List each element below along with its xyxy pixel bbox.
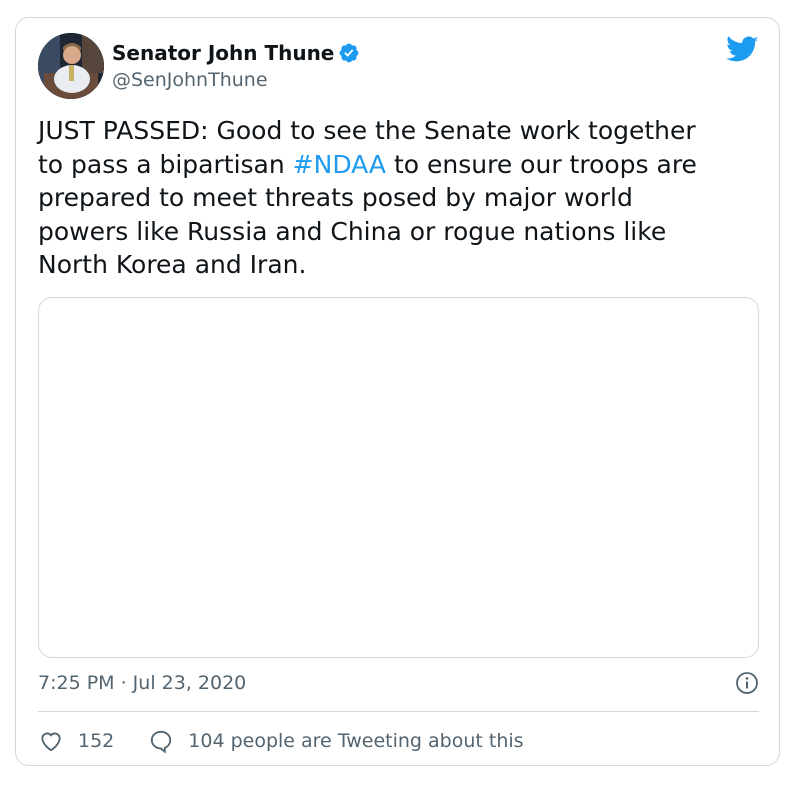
author-avatar[interactable] [38,33,104,99]
author-display-name[interactable]: Senator John Thune [112,41,334,65]
action-bar: 152 104 people are Tweeting about this [38,728,524,754]
info-icon[interactable] [735,671,759,695]
like-count: 152 [78,730,115,752]
discussion-link[interactable]: 104 people are Tweeting about this [148,728,524,754]
like-button[interactable]: 152 [38,728,114,754]
media-container[interactable] [38,297,759,658]
author-handle[interactable]: @SenJohnThune [112,68,268,92]
tweet-text: JUST PASSED: Good to see the Senate work… [38,114,763,282]
verified-badge-icon [338,42,360,64]
twitter-bird-icon[interactable] [726,36,759,64]
tweet-timestamp[interactable]: 7:25 PM · Jul 23, 2020 [38,671,246,695]
divider [38,711,759,712]
author-name-row[interactable]: Senator John Thune [112,41,360,65]
tweet-card[interactable]: Senator John Thune @SenJohnThune JUST PA… [15,17,780,766]
profile-photo-icon [38,33,104,99]
heart-icon [41,732,61,752]
hashtag-link[interactable]: #NDAA [293,150,386,179]
discussion-text: 104 people are Tweeting about this [188,730,524,752]
reply-bubble-icon [151,730,172,754]
